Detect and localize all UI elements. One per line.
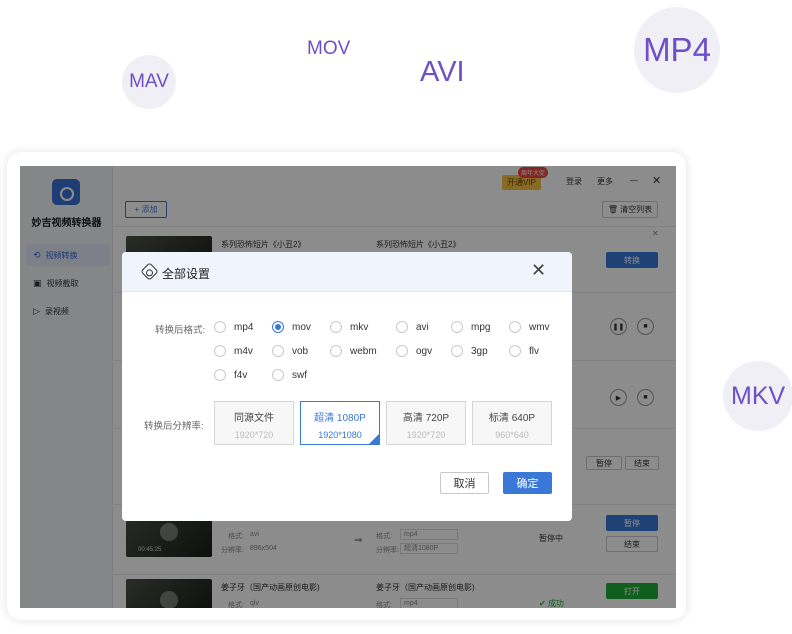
radio-button[interactable]: [509, 345, 521, 357]
format-option-wmv[interactable]: wmv: [509, 321, 550, 333]
radio-button[interactable]: [396, 345, 408, 357]
format-option-label: swf: [292, 369, 307, 381]
resolution-value: 1920*1080: [318, 430, 362, 440]
format-option-mkv[interactable]: mkv: [330, 321, 368, 333]
format-option-ogv[interactable]: ogv: [396, 345, 432, 357]
format-option-webm[interactable]: webm: [330, 345, 377, 357]
settings-icon: [140, 262, 159, 281]
radio-button[interactable]: [214, 369, 226, 381]
radio-button[interactable]: [451, 345, 463, 357]
close-icon[interactable]: ✕: [531, 260, 546, 281]
format-option-label: m4v: [234, 345, 253, 357]
format-option-label: mp4: [234, 321, 254, 333]
format-option-3gp[interactable]: 3gp: [451, 345, 488, 357]
resolution-name: 标清 640P: [488, 413, 536, 424]
resolution-option[interactable]: 标清 640P 960*640: [472, 401, 552, 445]
resolution-value: 1920*720: [234, 430, 274, 440]
cancel-button[interactable]: 取消: [440, 472, 489, 494]
mkv-tag: MKV: [723, 361, 792, 431]
format-option-m4v[interactable]: m4v: [214, 345, 253, 357]
radio-button[interactable]: [272, 345, 284, 357]
dialog-header: 全部设置 ✕: [122, 252, 572, 292]
resolution-value: 1920*720: [406, 430, 446, 440]
resolution-option[interactable]: 超清 1080P 1920*1080: [300, 401, 380, 445]
resolution-option[interactable]: 同源文件 1920*720: [214, 401, 294, 445]
radio-button[interactable]: [396, 321, 408, 333]
format-option-vob[interactable]: vob: [272, 345, 308, 357]
radio-button[interactable]: [451, 321, 463, 333]
resolution-label: 转换后分辨率:: [144, 421, 204, 432]
radio-button[interactable]: [214, 321, 226, 333]
format-option-label: wmv: [529, 321, 550, 333]
resolution-name: 高清 720P: [402, 413, 450, 424]
format-label: 转换后格式:: [155, 325, 206, 336]
confirm-button[interactable]: 确定: [503, 472, 552, 494]
settings-dialog: 全部设置 ✕ 转换后格式: mp4 mov mkv avi mpg wmv m4v vob we…: [122, 252, 572, 521]
format-option-label: vob: [292, 345, 309, 357]
format-option-f4v[interactable]: f4v: [214, 369, 247, 381]
mov-tag: MOV: [307, 38, 351, 59]
format-option-mov[interactable]: mov: [272, 321, 311, 333]
avi-tag: AVI: [420, 56, 465, 88]
radio-button[interactable]: [330, 321, 342, 333]
format-option-label: flv: [529, 345, 539, 357]
format-option-avi[interactable]: avi: [396, 321, 429, 333]
mav-tag: MAV: [122, 55, 176, 109]
format-option-label: ogv: [416, 345, 433, 357]
resolution-name: 超清 1080P: [314, 413, 366, 424]
format-option-label: f4v: [234, 369, 248, 381]
format-option-label: avi: [416, 321, 429, 333]
format-option-flv[interactable]: flv: [509, 345, 539, 357]
resolution-name: 同源文件: [234, 413, 274, 424]
format-option-label: mkv: [350, 321, 369, 333]
radio-button[interactable]: [214, 345, 226, 357]
selected-check-icon: [369, 434, 379, 444]
resolution-value: 960*640: [495, 430, 529, 440]
format-option-label: mpg: [471, 321, 491, 333]
radio-button[interactable]: [272, 369, 284, 381]
radio-button[interactable]: [330, 345, 342, 357]
dialog-title: 全部设置: [162, 267, 211, 281]
format-option-mpg[interactable]: mpg: [451, 321, 490, 333]
format-option-mp4[interactable]: mp4: [214, 321, 253, 333]
format-option-swf[interactable]: swf: [272, 369, 307, 381]
format-option-label: webm: [350, 345, 377, 357]
radio-button[interactable]: [272, 321, 284, 333]
radio-button[interactable]: [509, 321, 521, 333]
format-option-label: 3gp: [471, 345, 488, 357]
resolution-option[interactable]: 高清 720P 1920*720: [386, 401, 466, 445]
mp4-tag: MP4: [634, 7, 720, 93]
format-option-label: mov: [292, 321, 311, 333]
